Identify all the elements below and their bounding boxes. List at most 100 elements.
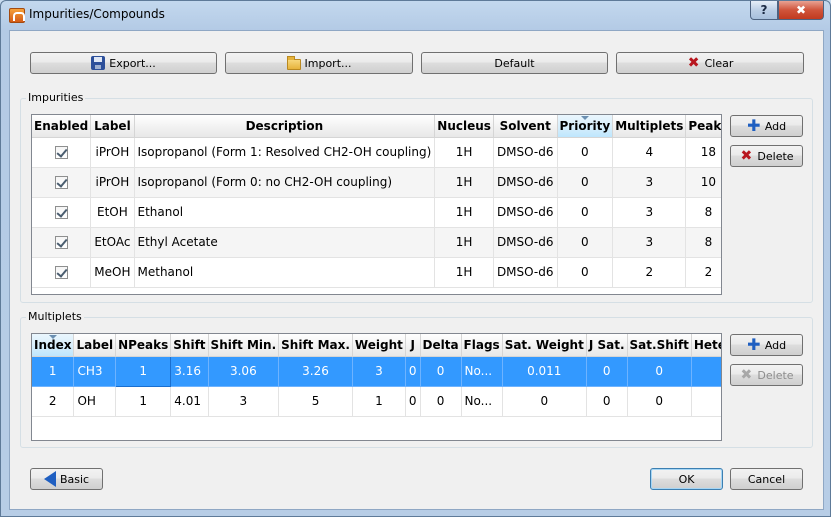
enabled-checkbox[interactable] xyxy=(54,236,68,249)
peaks-cell[interactable]: 18 xyxy=(685,137,721,168)
col-nucleus[interactable]: Nucleus xyxy=(434,115,494,138)
col-description[interactable]: Description xyxy=(134,115,436,138)
impurities-table[interactable]: Enabled Label Description Nucleus Solven… xyxy=(31,114,722,295)
multiplet-add-button[interactable]: ✚ Add xyxy=(730,334,803,356)
description-cell[interactable]: Methanol xyxy=(134,257,436,288)
nucleus-cell[interactable]: 1H xyxy=(434,257,494,288)
priority-cell[interactable]: 0 xyxy=(557,227,614,258)
impurity-row[interactable]: iPrOH Isopropanol (Form 1: Resolved CH2-O… xyxy=(32,137,721,168)
impurity-row[interactable]: EtOAc Ethyl Acetate 1H DMSO-d6 0 3 8 xyxy=(32,227,721,258)
clear-button[interactable]: ✖ Clear xyxy=(616,52,804,74)
nucleus-cell[interactable]: 1H xyxy=(434,167,494,198)
basic-button[interactable]: Basic xyxy=(30,468,103,490)
nucleus-cell[interactable]: 1H xyxy=(434,197,494,228)
multiplet-sat-weight-cell[interactable]: 0 xyxy=(502,386,587,417)
col-hetero-index[interactable]: Hetero Index xyxy=(691,334,721,357)
col-npeaks[interactable]: NPeaks xyxy=(115,334,172,357)
enabled-checkbox[interactable] xyxy=(54,146,68,159)
enabled-cell[interactable] xyxy=(32,167,92,198)
impurity-delete-button[interactable]: ✖ Delete xyxy=(730,145,803,167)
multiplet-row[interactable]: 2OH14.0135100No...0000 xyxy=(32,386,721,417)
help-button[interactable]: ? xyxy=(750,1,778,20)
multiplet-flags-cell[interactable]: No... xyxy=(461,356,503,387)
col-sat-shift[interactable]: Sat.Shift xyxy=(627,334,692,357)
solvent-cell[interactable]: DMSO-d6 xyxy=(493,257,558,288)
impurity-row[interactable]: iPrOH Isopropanol (Form 0: no CH2-OH coup… xyxy=(32,167,721,198)
close-button[interactable]: ✖ xyxy=(778,1,824,20)
col-multiplets[interactable]: Multiplets xyxy=(612,115,687,138)
col-enabled[interactable]: Enabled xyxy=(32,115,92,138)
label-cell[interactable]: EtOAc xyxy=(90,227,135,258)
multiplet-sat-shift-cell[interactable]: 0 xyxy=(627,386,692,417)
multiplet-shift-min-cell[interactable]: 3.06 xyxy=(208,356,280,387)
enabled-checkbox[interactable] xyxy=(54,176,68,189)
col-j-sat[interactable]: J Sat. xyxy=(586,334,628,357)
priority-cell[interactable]: 0 xyxy=(557,167,614,198)
description-cell[interactable]: Isopropanol (Form 1: Resolved CH2-OH cou… xyxy=(134,137,436,168)
multiplet-j-cell[interactable]: 0 xyxy=(405,356,421,387)
multiplet-j-cell[interactable]: 0 xyxy=(405,386,421,417)
multiplet-npeaks-cell[interactable]: 1 xyxy=(115,355,172,387)
peaks-cell[interactable]: 8 xyxy=(685,197,721,228)
description-cell[interactable]: Ethyl Acetate xyxy=(134,227,436,258)
multiplet-label-cell[interactable]: OH xyxy=(73,386,117,417)
multiplet-flags-cell[interactable]: No... xyxy=(461,386,503,417)
multiplet-shift-max-cell[interactable]: 5 xyxy=(278,386,353,417)
peaks-cell[interactable]: 2 xyxy=(685,257,721,288)
multiplet-index-cell[interactable]: 2 xyxy=(32,386,75,417)
multiplet-shift-min-cell[interactable]: 3 xyxy=(208,386,280,417)
multiplets-cell[interactable]: 4 xyxy=(612,137,687,168)
multiplet-shift-cell[interactable]: 4.01 xyxy=(170,386,209,417)
multiplets-cell[interactable]: 3 xyxy=(612,197,687,228)
impurity-row[interactable]: EtOH Ethanol 1H DMSO-d6 0 3 8 xyxy=(32,197,721,228)
label-cell[interactable]: iPrOH xyxy=(90,137,135,168)
col-j[interactable]: J xyxy=(405,334,421,357)
multiplet-delta-cell[interactable]: 0 xyxy=(420,356,462,387)
title-bar[interactable]: Impurities/Compounds ? ✖ xyxy=(1,1,830,29)
multiplets-cell[interactable]: 3 xyxy=(612,227,687,258)
multiplets-cell[interactable]: 3 xyxy=(612,167,687,198)
multiplet-shift-max-cell[interactable]: 3.26 xyxy=(278,356,353,387)
multiplet-row[interactable]: 1CH313.163.063.26300No...0.011000 xyxy=(32,355,721,387)
label-cell[interactable]: EtOH xyxy=(90,197,135,228)
col-solvent[interactable]: Solvent xyxy=(493,115,558,138)
label-cell[interactable]: iPrOH xyxy=(90,167,135,198)
default-button[interactable]: Default xyxy=(421,52,608,74)
solvent-cell[interactable]: DMSO-d6 xyxy=(493,167,558,198)
multiplet-npeaks-cell[interactable]: 1 xyxy=(115,386,172,417)
priority-cell[interactable]: 0 xyxy=(557,197,614,228)
peaks-cell[interactable]: 8 xyxy=(685,227,721,258)
col-peaks[interactable]: Peaks xyxy=(685,115,721,138)
enabled-cell[interactable] xyxy=(32,227,92,258)
import-button[interactable]: Import... xyxy=(225,52,413,74)
solvent-cell[interactable]: DMSO-d6 xyxy=(493,227,558,258)
label-cell[interactable]: MeOH xyxy=(90,257,135,288)
impurity-add-button[interactable]: ✚ Add xyxy=(730,115,803,137)
enabled-checkbox[interactable] xyxy=(54,266,68,279)
multiplet-label-cell[interactable]: CH3 xyxy=(73,356,117,387)
nucleus-cell[interactable]: 1H xyxy=(434,137,494,168)
multiplet-weight-cell[interactable]: 3 xyxy=(352,356,406,387)
priority-cell[interactable]: 0 xyxy=(557,137,614,168)
enabled-checkbox[interactable] xyxy=(54,206,68,219)
multiplet-sat-weight-cell[interactable]: 0.011 xyxy=(502,356,587,387)
col-sat-weight[interactable]: Sat. Weight xyxy=(502,334,587,357)
col-shift-min[interactable]: Shift Min. xyxy=(208,334,280,357)
col-label[interactable]: Label xyxy=(90,115,135,138)
priority-cell[interactable]: 0 xyxy=(557,257,614,288)
multiplet-hetero-index-cell[interactable]: 0 xyxy=(691,356,721,387)
multiplet-weight-cell[interactable]: 1 xyxy=(352,386,406,417)
enabled-cell[interactable] xyxy=(32,257,92,288)
solvent-cell[interactable]: DMSO-d6 xyxy=(493,197,558,228)
col-index[interactable]: Index xyxy=(32,334,75,357)
nucleus-cell[interactable]: 1H xyxy=(434,227,494,258)
cancel-button[interactable]: Cancel xyxy=(730,468,803,490)
impurity-row[interactable]: MeOH Methanol 1H DMSO-d6 0 2 2 xyxy=(32,257,721,288)
col-m-label[interactable]: Label xyxy=(73,334,117,357)
multiplets-cell[interactable]: 2 xyxy=(612,257,687,288)
multiplet-delta-cell[interactable]: 0 xyxy=(420,386,462,417)
multiplets-table[interactable]: Index Label NPeaks Shift Shift Min. Shif… xyxy=(31,333,722,441)
solvent-cell[interactable]: DMSO-d6 xyxy=(493,137,558,168)
multiplet-j-sat-cell[interactable]: 0 xyxy=(586,356,628,387)
multiplet-index-cell[interactable]: 1 xyxy=(32,356,75,387)
